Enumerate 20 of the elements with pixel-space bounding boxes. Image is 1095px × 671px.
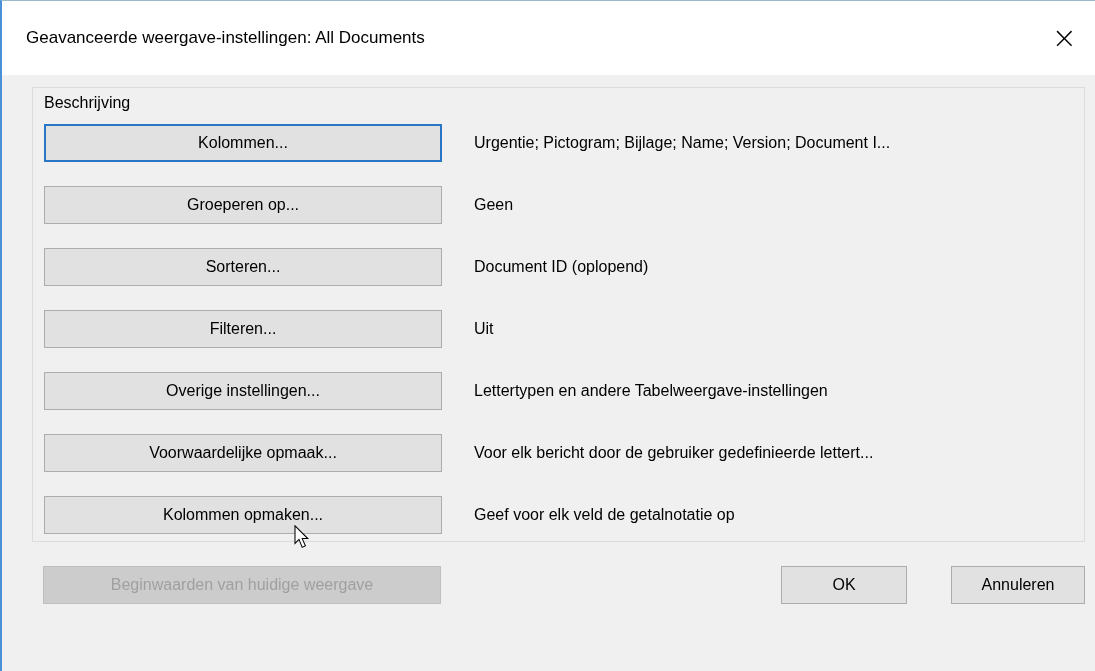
settings-button[interactable]: Sorteren... [44, 248, 442, 286]
close-button[interactable]: × [1047, 23, 1081, 53]
setting-description: Urgentie; Pictogram; Bijlage; Name; Version; Document I... [474, 134, 891, 152]
setting-description: Lettertypen en andere Tabelweergave-instellingen [474, 382, 828, 400]
window-title: Geavanceerde weergave-instellingen: All Documents [26, 28, 425, 48]
settings-button[interactable]: Overige instellingen... [44, 372, 442, 410]
setting-description: Voor elk bericht door de gebruiker gedefinieerde lettert... [474, 444, 874, 462]
settings-button[interactable]: Voorwaardelijke opmaak... [44, 434, 442, 472]
settings-button[interactable]: Groeperen op... [44, 186, 442, 224]
setting-description: Geef voor elk veld de getalnotatie op [474, 506, 735, 524]
mouse-pointer-icon [294, 525, 312, 549]
cancel-button[interactable]: Annuleren [951, 566, 1085, 604]
settings-button[interactable]: Filteren... [44, 310, 442, 348]
setting-description: Document ID (oplopend) [474, 258, 649, 276]
settings-button[interactable]: Kolommen... [44, 124, 442, 162]
group-label: Beschrijving [44, 94, 131, 112]
settings-button[interactable]: Kolommen opmaken... [44, 496, 442, 534]
setting-description: Uit [474, 320, 494, 338]
setting-description: Geen [474, 196, 514, 214]
ok-button[interactable]: OK [781, 566, 907, 604]
